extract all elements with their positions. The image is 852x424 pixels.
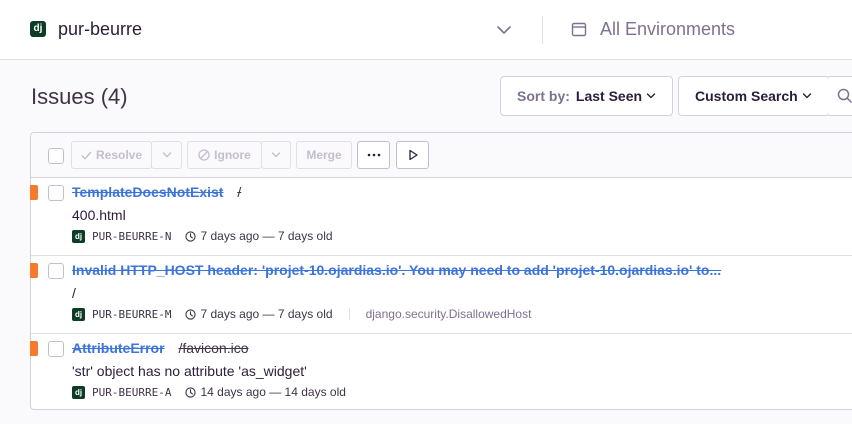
clock-icon	[185, 308, 197, 320]
issue-message: /	[72, 285, 76, 301]
chevron-down-icon	[271, 150, 281, 160]
custom-search-button[interactable]: Custom Search	[678, 76, 830, 116]
issue-row[interactable]: AttributeError /favicon.ico 'str' object…	[30, 334, 852, 410]
issue-culprit: /	[237, 184, 242, 200]
check-icon	[81, 150, 92, 161]
chevron-down-icon	[802, 88, 812, 104]
issue-time: 14 days ago — 14 days old	[200, 385, 346, 399]
issue-culprit: /favicon.ico	[178, 340, 249, 356]
resolve-label: Resolve	[95, 148, 143, 162]
chevron-down-icon	[162, 150, 172, 160]
resolve-options-button[interactable]	[151, 141, 182, 169]
more-actions-button[interactable]	[357, 141, 390, 169]
issue-title-line: TemplateDoesNotExist /	[72, 184, 241, 200]
issue-title-link[interactable]: AttributeError	[72, 340, 165, 356]
custom-search-label: Custom Search	[695, 88, 798, 104]
issue-checkbox[interactable]	[48, 185, 64, 201]
project-name[interactable]: pur-beurre	[58, 19, 142, 40]
error-level-marker	[30, 341, 38, 356]
play-icon	[407, 149, 419, 161]
issue-message: 'str' object has no attribute 'as_widget…	[72, 363, 307, 379]
issue-short-id[interactable]: PUR-BEURRE-A	[92, 386, 171, 399]
merge-label: Merge	[306, 148, 342, 162]
django-icon: dj	[72, 229, 85, 243]
merge-button[interactable]: Merge	[296, 141, 352, 169]
issue-time: 7 days ago — 7 days old	[200, 229, 333, 243]
meta-divider	[348, 308, 350, 320]
search-button[interactable]	[829, 76, 852, 116]
issue-meta: dj PUR-BEURRE-N 7 days ago — 7 days old	[72, 229, 333, 243]
chevron-down-icon	[646, 88, 656, 104]
issue-row[interactable]: TemplateDoesNotExist / 400.html dj PUR-B…	[30, 178, 852, 256]
issue-list-panel: Resolve Ignore Merge TemplateDoesNotExis…	[30, 132, 852, 410]
issue-time: 7 days ago — 7 days old	[200, 307, 333, 321]
issue-row[interactable]: Invalid HTTP_HOST header: 'projet-10.oja…	[30, 256, 852, 334]
error-level-marker	[30, 263, 38, 278]
clock-icon	[185, 386, 197, 398]
issue-checkbox[interactable]	[48, 263, 64, 279]
top-header: dj pur-beurre All Environments	[0, 0, 852, 60]
environment-selector[interactable]: All Environments	[600, 19, 735, 40]
ignore-icon	[198, 149, 210, 161]
realtime-play-button[interactable]	[396, 141, 429, 169]
page-title: Issues (4)	[31, 84, 128, 109]
header-divider	[542, 16, 543, 44]
issue-logger: django.security.DisallowedHost	[365, 307, 532, 321]
issue-short-id[interactable]: PUR-BEURRE-M	[92, 308, 171, 321]
resolve-button[interactable]: Resolve	[71, 141, 152, 169]
django-icon: dj	[72, 385, 85, 399]
calendar-icon	[571, 21, 587, 37]
issue-meta: dj PUR-BEURRE-M 7 days ago — 7 days old …	[72, 307, 531, 321]
issue-title-line: Invalid HTTP_HOST header: 'projet-10.oja…	[72, 262, 721, 278]
ignore-label: Ignore	[214, 148, 251, 162]
ellipsis-icon	[367, 153, 381, 157]
issue-meta: dj PUR-BEURRE-A 14 days ago — 14 days ol…	[72, 385, 346, 399]
django-project-icon: dj	[30, 21, 46, 37]
sort-value: Last Seen	[575, 88, 643, 104]
chevron-down-icon[interactable]	[496, 22, 512, 38]
issue-short-id[interactable]: PUR-BEURRE-N	[92, 230, 171, 243]
issue-checkbox[interactable]	[48, 341, 64, 357]
bulk-actions-toolbar: Resolve Ignore Merge	[31, 133, 852, 178]
sort-dropdown-button[interactable]: Sort by: Last Seen	[500, 76, 673, 116]
clock-icon	[185, 230, 197, 242]
issue-title-link[interactable]: TemplateDoesNotExist	[72, 184, 223, 200]
ignore-options-button[interactable]	[261, 141, 291, 169]
sort-label: Sort by:	[517, 88, 570, 104]
ignore-button[interactable]: Ignore	[187, 141, 262, 169]
issue-title-line: AttributeError /favicon.ico	[72, 340, 249, 356]
django-icon: dj	[72, 307, 85, 321]
issue-message: 400.html	[72, 207, 126, 223]
issue-title-link[interactable]: Invalid HTTP_HOST header: 'projet-10.oja…	[72, 262, 721, 278]
select-all-checkbox[interactable]	[48, 148, 64, 164]
error-level-marker	[30, 185, 38, 200]
